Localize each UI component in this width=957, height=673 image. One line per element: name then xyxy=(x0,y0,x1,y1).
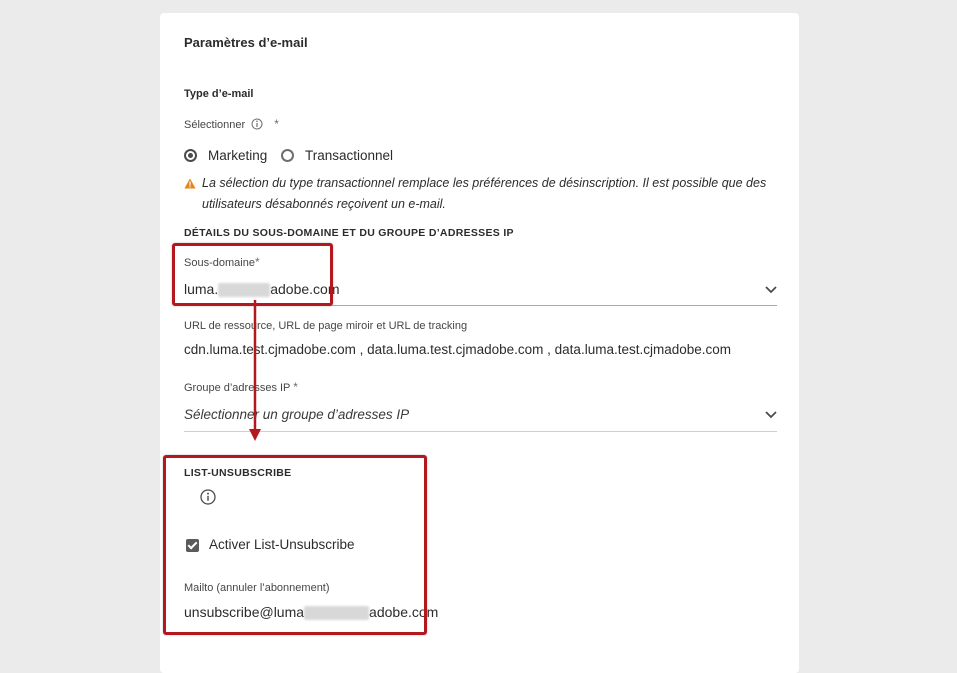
select-label: Sélectionner * xyxy=(184,117,279,133)
ip-pool-underline xyxy=(184,431,777,432)
warning-message: La sélection du type transactionnel remp… xyxy=(184,173,782,215)
subdomain-section-heading: DÉTAILS DU SOUS-DOMAINE ET DU GROUPE D’A… xyxy=(184,227,514,239)
radio-button-marketing[interactable] xyxy=(184,148,197,162)
select-label-text: Sélectionner xyxy=(184,119,246,131)
radio-transactional[interactable]: Transactionnel xyxy=(281,146,393,164)
urls-label: URL de ressource, URL de page miroir et … xyxy=(184,320,468,332)
info-icon[interactable] xyxy=(251,118,263,133)
ip-pool-picker[interactable]: Sélectionner un groupe d’adresses IP xyxy=(184,407,409,422)
warning-icon xyxy=(184,176,196,194)
warning-text-line1: La sélection du type transactionnel remp… xyxy=(202,176,767,190)
arrow-down-icon xyxy=(249,300,261,441)
radio-button-transactional[interactable] xyxy=(281,148,294,162)
list-unsubscribe-callout-box xyxy=(163,455,427,635)
required-mark: * xyxy=(293,380,298,394)
urls-value: cdn.luma.test.cjmadobe.com , data.luma.t… xyxy=(184,342,732,357)
chevron-down-icon[interactable] xyxy=(764,407,778,426)
radio-marketing[interactable]: Marketing xyxy=(184,146,267,164)
radio-label-marketing: Marketing xyxy=(208,147,268,163)
ip-pool-label: Groupe d’adresses IP * xyxy=(184,380,298,394)
chevron-down-icon[interactable] xyxy=(764,282,778,301)
ip-pool-label-text: Groupe d’adresses IP xyxy=(184,382,291,394)
radio-label-transactional: Transactionnel xyxy=(305,147,394,163)
required-mark: * xyxy=(274,117,279,131)
subdomain-callout-box xyxy=(172,243,333,306)
email-type-heading: Type d’e-mail xyxy=(184,88,254,100)
panel-title: Paramètres d’e-mail xyxy=(184,35,308,50)
warning-text-line2: utilisateurs désabonnés reçoivent un e-m… xyxy=(202,197,446,211)
